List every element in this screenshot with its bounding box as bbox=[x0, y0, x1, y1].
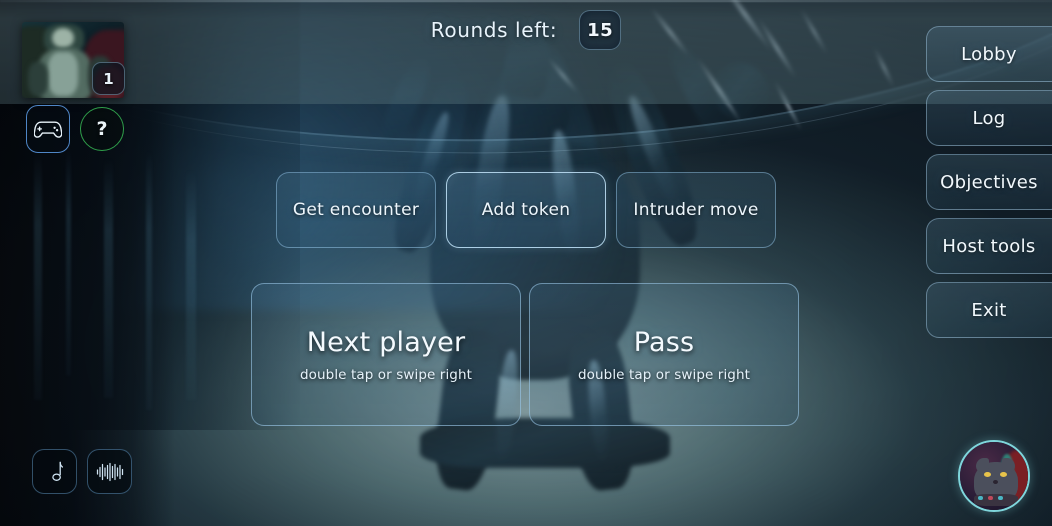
gamepad-icon bbox=[34, 120, 62, 139]
action-buttons-row: Get encounter Add token Intruder move bbox=[276, 172, 776, 248]
question-mark-icon: ? bbox=[96, 118, 108, 140]
next-player-subtitle: double tap or swipe right bbox=[299, 366, 473, 383]
sidebar-item-host-tools[interactable]: Host tools bbox=[926, 218, 1052, 274]
help-button[interactable]: ? bbox=[80, 107, 124, 151]
sidebar-item-label: Host tools bbox=[942, 235, 1036, 257]
rounds-left-value: 15 bbox=[587, 19, 614, 41]
player-number-badge: 1 bbox=[92, 62, 125, 95]
next-player-button[interactable]: Next player double tap or swipe right bbox=[251, 283, 521, 426]
audio-controls-row bbox=[32, 449, 132, 494]
sidebar-item-label: Objectives bbox=[940, 171, 1038, 193]
sidebar-item-objectives[interactable]: Objectives bbox=[926, 154, 1052, 210]
sidebar-item-label: Exit bbox=[971, 299, 1007, 321]
intruder-move-label: Intruder move bbox=[633, 200, 759, 220]
sidebar-menu: Lobby Log Objectives Host tools Exit bbox=[926, 26, 1052, 338]
get-encounter-button[interactable]: Get encounter bbox=[276, 172, 436, 248]
sidebar-item-lobby[interactable]: Lobby bbox=[926, 26, 1052, 82]
rounds-left-bar: Rounds left: 15 bbox=[0, 10, 1052, 50]
game-screen: Rounds left: 15 1 ? Get encounter Add to… bbox=[0, 0, 1052, 526]
turn-buttons-row: Next player double tap or swipe right Pa… bbox=[251, 283, 799, 426]
get-encounter-label: Get encounter bbox=[292, 200, 420, 220]
sidebar-item-log[interactable]: Log bbox=[926, 90, 1052, 146]
pass-title: Pass bbox=[633, 326, 695, 358]
next-player-title: Next player bbox=[306, 326, 466, 358]
quick-actions-row: ? bbox=[26, 105, 124, 153]
pass-subtitle: double tap or swipe right bbox=[577, 366, 751, 383]
audio-waveform-button[interactable] bbox=[87, 449, 132, 494]
sidebar-item-label: Lobby bbox=[961, 43, 1017, 65]
rounds-left-label: Rounds left: bbox=[430, 18, 558, 42]
sidebar-item-label: Log bbox=[972, 107, 1006, 129]
sidebar-item-exit[interactable]: Exit bbox=[926, 282, 1052, 338]
audio-waveform-icon bbox=[96, 462, 124, 482]
add-token-button[interactable]: Add token bbox=[446, 172, 606, 248]
music-button[interactable] bbox=[32, 449, 77, 494]
player-number-value: 1 bbox=[103, 69, 114, 88]
user-avatar[interactable] bbox=[958, 440, 1030, 512]
music-note-icon bbox=[47, 461, 63, 483]
gamepad-button[interactable] bbox=[26, 105, 70, 153]
intruder-move-button[interactable]: Intruder move bbox=[616, 172, 776, 248]
add-token-label: Add token bbox=[481, 200, 571, 220]
rounds-left-value-box: 15 bbox=[579, 10, 622, 50]
pass-button[interactable]: Pass double tap or swipe right bbox=[529, 283, 799, 426]
